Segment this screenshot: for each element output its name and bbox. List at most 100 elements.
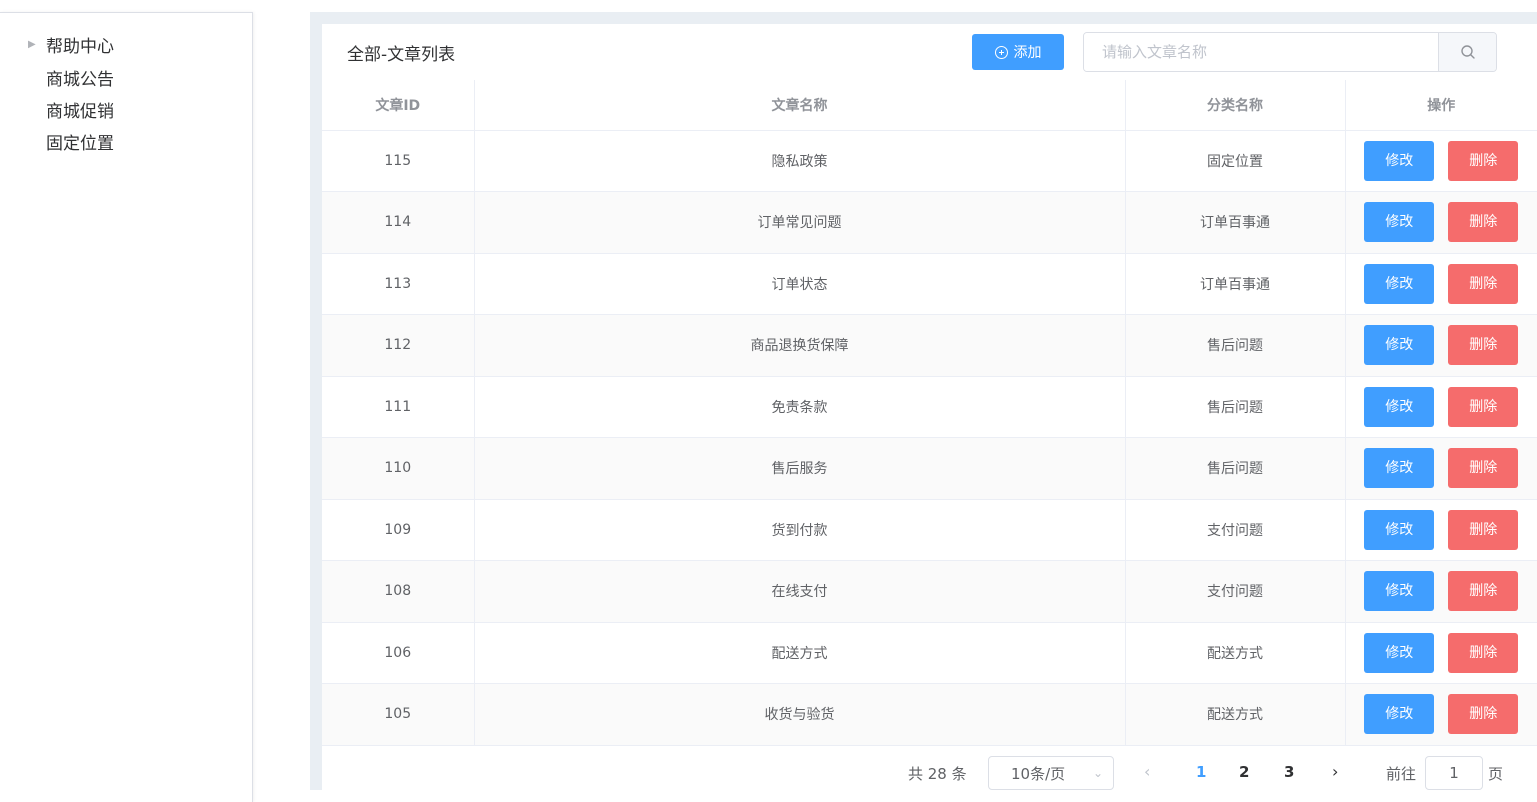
add-article-button[interactable]: 添加 [972, 34, 1064, 70]
cell-category-name: 支付问题 [1125, 560, 1346, 623]
goto-suffix: 页 [1488, 765, 1504, 783]
cell-article-id: 112 [322, 314, 475, 377]
tree-node-label: 商城促销 [46, 101, 114, 122]
goto-label: 前往 [1386, 765, 1417, 783]
edit-button[interactable]: 修改 [1364, 140, 1435, 181]
table-row: 108 在线支付 支付问题 修改 删除 [322, 560, 1537, 623]
tree-node-mall-notice[interactable]: 商城公告 [46, 62, 114, 92]
table-row: 111 免责条款 售后问题 修改 删除 [322, 376, 1537, 438]
delete-button[interactable]: 删除 [1448, 632, 1519, 673]
column-header-name: 文章名称 [474, 80, 1126, 131]
table-row: 110 售后服务 售后问题 修改 删除 [322, 437, 1537, 500]
cell-category-name: 固定位置 [1125, 130, 1346, 192]
sidebar: ▶ 帮助中心 商城公告 商城促销 固定位置 [0, 12, 253, 802]
delete-button[interactable]: 删除 [1448, 386, 1519, 427]
cell-category-name: 售后问题 [1125, 314, 1346, 377]
cell-article-id: 108 [322, 560, 475, 623]
search-box [1083, 32, 1497, 72]
column-header-category: 分类名称 [1125, 80, 1346, 131]
caret-right-icon[interactable]: ▶ [28, 39, 38, 50]
table-row: 115 隐私政策 固定位置 修改 删除 [322, 130, 1537, 192]
page-size-select[interactable]: 10条/页 ⌄ [988, 756, 1114, 790]
cell-article-name: 售后服务 [474, 437, 1126, 500]
cell-article-id: 113 [322, 253, 475, 315]
cell-article-name: 在线支付 [474, 560, 1126, 623]
delete-button[interactable]: 删除 [1448, 571, 1519, 612]
add-button-label: 添加 [1013, 45, 1042, 61]
delete-button[interactable]: 删除 [1448, 325, 1519, 366]
cell-category-name: 订单百事通 [1125, 191, 1346, 254]
table-row: 114 订单常见问题 订单百事通 修改 删除 [322, 191, 1537, 254]
edit-button[interactable]: 修改 [1364, 325, 1435, 366]
table-row: 112 商品退换货保障 售后问题 修改 删除 [322, 314, 1537, 377]
edit-button[interactable]: 修改 [1364, 694, 1435, 735]
cell-article-id: 114 [322, 191, 475, 254]
circle-plus-icon [994, 45, 1008, 59]
cell-actions: 修改 删除 [1345, 560, 1537, 623]
delete-button[interactable]: 删除 [1448, 263, 1519, 304]
cell-article-id: 115 [322, 130, 475, 192]
table-row: 113 订单状态 订单百事通 修改 删除 [322, 253, 1537, 315]
cell-article-name: 收货与验货 [474, 683, 1126, 746]
search-input[interactable] [1084, 33, 1438, 71]
cell-article-name: 配送方式 [474, 622, 1126, 684]
cell-article-id: 106 [322, 622, 475, 684]
cell-category-name: 配送方式 [1125, 683, 1346, 746]
cell-article-id: 111 [322, 376, 475, 438]
cell-article-name: 订单常见问题 [474, 191, 1126, 254]
table-row: 109 货到付款 支付问题 修改 删除 [322, 499, 1537, 561]
cell-actions: 修改 删除 [1345, 622, 1537, 684]
page-number-3[interactable]: 3 [1284, 763, 1294, 781]
cell-category-name: 订单百事通 [1125, 253, 1346, 315]
column-header-actions: 操作 [1345, 80, 1537, 131]
cell-article-name: 免责条款 [474, 376, 1126, 438]
cell-article-name: 货到付款 [474, 499, 1126, 561]
chevron-down-icon: ⌄ [1092, 766, 1103, 780]
table-row: 105 收货与验货 配送方式 修改 删除 [322, 683, 1537, 746]
article-table: 文章ID 文章名称 分类名称 操作 115 隐私政策 固定位置 修改 删除 114 订单常见… [322, 80, 1537, 746]
delete-button[interactable]: 删除 [1448, 694, 1519, 735]
search-icon [1460, 45, 1475, 59]
cell-actions: 修改 删除 [1345, 437, 1537, 500]
search-button[interactable] [1438, 33, 1496, 71]
goto-page-input[interactable] [1425, 756, 1483, 790]
cell-actions: 修改 删除 [1345, 376, 1537, 438]
table-header-row: 文章ID 文章名称 分类名称 操作 [322, 80, 1537, 131]
cell-article-name: 商品退换货保障 [474, 314, 1126, 377]
edit-button[interactable]: 修改 [1364, 509, 1435, 550]
page-title: 全部-文章列表 [347, 45, 456, 65]
cell-actions: 修改 删除 [1345, 253, 1537, 315]
edit-button[interactable]: 修改 [1364, 448, 1435, 489]
edit-button[interactable]: 修改 [1364, 263, 1435, 304]
cell-category-name: 配送方式 [1125, 622, 1346, 684]
page-number-1[interactable]: 1 [1196, 763, 1206, 781]
delete-button[interactable]: 删除 [1448, 202, 1519, 243]
page-size-value: 10条/页 [1011, 764, 1066, 783]
cell-actions: 修改 删除 [1345, 191, 1537, 254]
pagination-total: 共 28 条 [908, 765, 967, 783]
cell-article-id: 110 [322, 437, 475, 500]
edit-button[interactable]: 修改 [1364, 386, 1435, 427]
column-header-id: 文章ID [322, 80, 475, 131]
cell-article-id: 105 [322, 683, 475, 746]
next-page-button[interactable]: › [1332, 762, 1338, 781]
cell-category-name: 支付问题 [1125, 499, 1346, 561]
cell-actions: 修改 删除 [1345, 499, 1537, 561]
page-number-2[interactable]: 2 [1239, 763, 1249, 781]
cell-actions: 修改 删除 [1345, 314, 1537, 377]
delete-button[interactable]: 删除 [1448, 140, 1519, 181]
delete-button[interactable]: 删除 [1448, 509, 1519, 550]
edit-button[interactable]: 修改 [1364, 632, 1435, 673]
cell-article-id: 109 [322, 499, 475, 561]
tree-node-mall-promotion[interactable]: 商城促销 [46, 94, 114, 124]
cell-article-name: 订单状态 [474, 253, 1126, 315]
table-row: 106 配送方式 配送方式 修改 删除 [322, 622, 1537, 684]
tree-node-fixed-position[interactable]: 固定位置 [46, 126, 114, 156]
edit-button[interactable]: 修改 [1364, 202, 1435, 243]
tree-node-help-center[interactable]: ▶ 帮助中心 [28, 29, 114, 59]
delete-button[interactable]: 删除 [1448, 448, 1519, 489]
edit-button[interactable]: 修改 [1364, 571, 1435, 612]
prev-page-button[interactable]: ‹ [1144, 762, 1150, 781]
tree-node-label: 商城公告 [46, 69, 114, 90]
cell-actions: 修改 删除 [1345, 683, 1537, 746]
